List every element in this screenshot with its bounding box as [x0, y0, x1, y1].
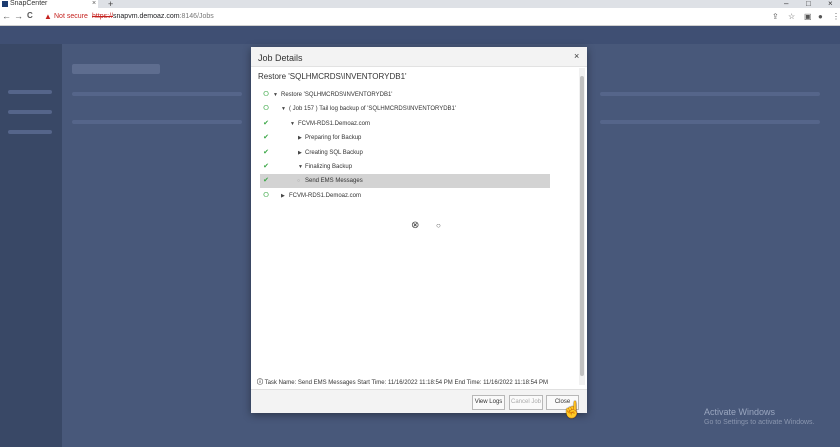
success-circle-icon: ⭘: [263, 91, 269, 98]
minimize-button[interactable]: –: [784, 0, 788, 8]
app-row-placeholder: [600, 92, 820, 96]
task-info-line: ⓘ Task Name: Send EMS Messages Start Tim…: [257, 377, 548, 386]
extensions-icon[interactable]: ▣: [804, 12, 812, 21]
app-header: [0, 26, 840, 44]
tab-close-icon[interactable]: ×: [92, 0, 96, 8]
forward-button[interactable]: →: [14, 11, 23, 21]
not-secure-label[interactable]: Not secure: [54, 13, 88, 20]
app-page-title-placeholder: [72, 64, 160, 74]
expand-caret-icon[interactable]: ▼: [290, 117, 295, 131]
expand-caret-icon[interactable]: ▼: [273, 88, 278, 102]
tree-row[interactable]: ✔ ▼ Finalizing Backup: [260, 160, 550, 174]
tree-row-label: Restore 'SQLHMCRDS\INVENTORYDB1': [281, 92, 393, 98]
reload-button[interactable]: C: [27, 11, 33, 20]
tree-row[interactable]: ⭘ ▶ FCVM-RDS1.Demoaz.com: [260, 189, 550, 203]
success-circle-icon: ⭘: [263, 192, 269, 199]
app-row-placeholder: [72, 92, 242, 96]
job-details-dialog: Job Details × Restore 'SQLHMCRDS\INVENTO…: [251, 47, 587, 413]
address-bar: ← → C ▲ Not secure https://snapvm.demoaz…: [0, 8, 840, 26]
url-protocol: https://: [92, 13, 114, 20]
dialog-header: Job Details ×: [251, 47, 587, 67]
dialog-scrollbar[interactable]: [579, 68, 585, 385]
activate-windows-title: Activate Windows: [704, 407, 776, 417]
browser-tab-bar: SnapCenter × + – □ ×: [0, 0, 840, 9]
app-sidebar: [0, 44, 62, 447]
tree-row[interactable]: ✔ ▼ FCVM-RDS1.Demoaz.com: [260, 117, 550, 131]
activate-windows-subtitle: Go to Settings to activate Windows.: [704, 419, 815, 426]
maximize-button[interactable]: □: [806, 0, 811, 8]
leaf-node-icon: ○: [297, 178, 301, 184]
browser-menu-icon[interactable]: ⋮: [832, 12, 840, 21]
tab-title: SnapCenter: [10, 0, 48, 7]
tree-row[interactable]: ✔ ▶ Creating SQL Backup: [260, 146, 550, 160]
scrollbar-thumb[interactable]: [580, 76, 584, 376]
cancel-job-button[interactable]: Cancel Job: [509, 395, 543, 410]
checkmark-icon: ✔: [263, 134, 269, 141]
expand-caret-icon[interactable]: ▼: [281, 102, 286, 116]
sidebar-item-placeholder: [8, 110, 52, 114]
tree-row-label: Creating SQL Backup: [305, 150, 363, 156]
bookmark-star-icon[interactable]: ☆: [788, 12, 795, 21]
browser-tab[interactable]: SnapCenter ×: [0, 0, 98, 8]
url-path: :8146/Jobs: [179, 13, 214, 20]
dialog-title: Job Details: [258, 53, 303, 63]
tree-row[interactable]: ⭘ ▼ ( Job 157 ) Tail log backup of 'SQLH…: [260, 102, 550, 116]
warning-triangle-icon: ▲: [44, 12, 52, 21]
checkmark-icon: ✔: [263, 177, 269, 184]
checkmark-icon: ✔: [263, 163, 269, 170]
collapse-caret-icon[interactable]: ▶: [281, 189, 285, 203]
sidebar-item-placeholder: [8, 130, 52, 134]
tree-row-label: Finalizing Backup: [305, 164, 353, 170]
tree-row-label: Preparing for Backup: [305, 135, 362, 141]
window-close-button[interactable]: ×: [828, 0, 833, 8]
expand-caret-icon[interactable]: ▼: [298, 160, 303, 174]
tree-row-label: FCVM-RDS1.Demoaz.com: [298, 121, 371, 127]
cancel-circle-icon: ⊗: [411, 220, 420, 231]
sidebar-item-placeholder: [8, 90, 52, 94]
profile-icon[interactable]: ●: [818, 12, 823, 21]
info-icon: ⓘ: [257, 380, 264, 386]
collapse-caret-icon[interactable]: ▶: [298, 131, 302, 145]
tree-row-label: FCVM-RDS1.Demoaz.com: [289, 193, 362, 199]
dialog-close-icon[interactable]: ×: [574, 51, 579, 61]
tree-row-label: ( Job 157 ) Tail log backup of 'SQLHMCRD…: [289, 106, 457, 112]
url-field[interactable]: https://snapvm.demoaz.com:8146/Jobs: [92, 13, 214, 20]
collapse-caret-icon[interactable]: ▶: [298, 146, 302, 160]
tree-row-selected[interactable]: ✔ ○ Send EMS Messages: [260, 174, 550, 188]
task-info-text: Task Name: Send EMS Messages Start Time:…: [264, 380, 548, 386]
tree-row[interactable]: ✔ ▶ Preparing for Backup: [260, 131, 550, 145]
share-icon[interactable]: ⇪: [772, 12, 779, 21]
tree-row[interactable]: ⭘ ▼ Restore 'SQLHMCRDS\INVENTORYDB1': [260, 88, 550, 102]
snapcenter-favicon-icon: [2, 1, 8, 7]
app-row-placeholder: [72, 120, 242, 124]
url-host: snapvm.demoaz.com: [113, 13, 180, 20]
checkmark-icon: ✔: [263, 120, 269, 127]
loading-circle-icon: ○: [436, 221, 441, 230]
checkmark-icon: ✔: [263, 149, 269, 156]
dialog-button-bar: View Logs Cancel Job Close: [251, 389, 587, 413]
app-row-placeholder: [600, 120, 820, 124]
mouse-pointer-icon: ☝: [562, 402, 582, 419]
success-circle-icon: ⭘: [263, 105, 269, 112]
tree-row-label: Send EMS Messages: [305, 178, 363, 184]
job-subtitle: Restore 'SQLHMCRDS\INVENTORYDB1': [258, 72, 407, 81]
view-logs-button[interactable]: View Logs: [472, 395, 505, 410]
back-button[interactable]: ←: [2, 11, 11, 21]
